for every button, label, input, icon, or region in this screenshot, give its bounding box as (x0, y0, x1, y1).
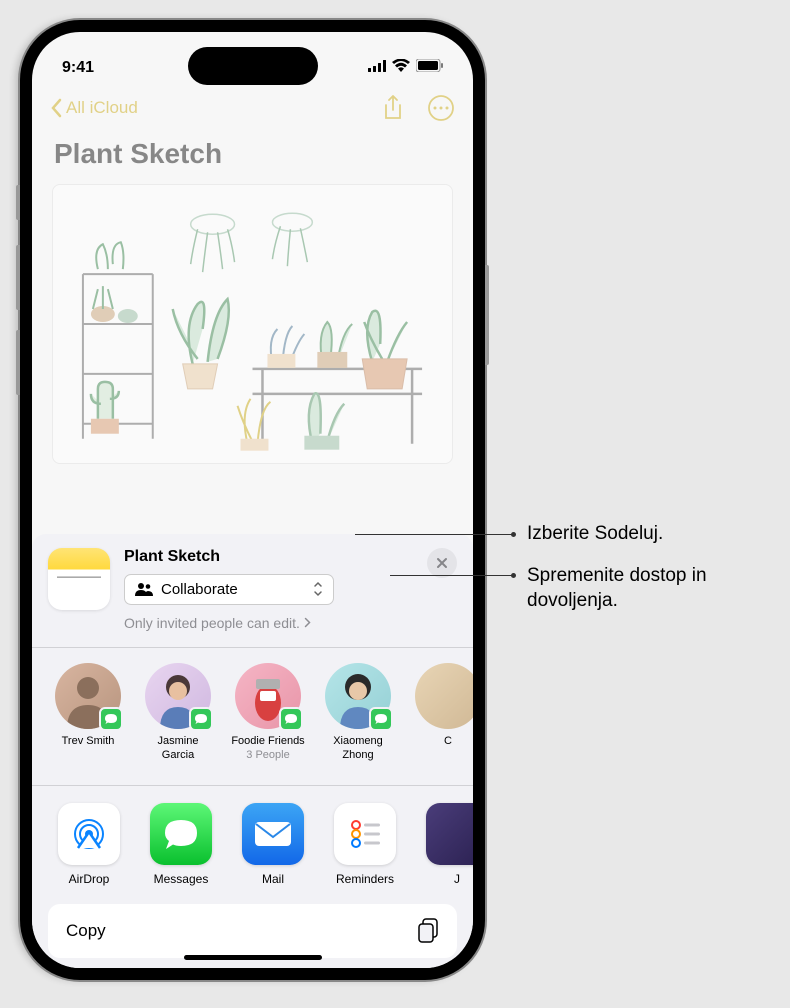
contact-name: C (444, 735, 452, 749)
contact-item[interactable]: Foodie Friends 3 People (230, 663, 306, 763)
people-icon (135, 582, 153, 596)
contact-item[interactable]: Xiaomeng Zhong (320, 663, 396, 763)
chevron-right-icon (304, 617, 311, 628)
contact-item[interactable]: Jasmine Garcia (140, 663, 216, 763)
messages-badge-icon (189, 707, 213, 731)
close-button[interactable] (427, 548, 457, 578)
app-item[interactable]: J (422, 803, 473, 886)
volume-down (16, 330, 20, 395)
app-reminders[interactable]: Reminders (330, 803, 400, 886)
app-mail[interactable]: Mail (238, 803, 308, 886)
app-icon (426, 803, 473, 865)
app-airdrop[interactable]: AirDrop (54, 803, 124, 886)
x-icon (436, 557, 448, 569)
notes-app-icon (48, 548, 110, 610)
share-title: Plant Sketch (124, 548, 413, 566)
collaborate-selector[interactable]: Collaborate (124, 574, 334, 605)
annotation-1: Izberite Sodeluj. (527, 522, 663, 547)
app-label: Reminders (336, 872, 394, 886)
contact-name: Xiaomeng Zhong (320, 735, 396, 763)
back-label: All iCloud (66, 98, 138, 118)
actions-list: Copy (48, 904, 457, 958)
collaborate-label: Collaborate (161, 581, 238, 598)
messages-badge-icon (279, 707, 303, 731)
share-button[interactable] (379, 94, 407, 122)
battery-icon (416, 59, 443, 77)
app-label: J (454, 872, 460, 886)
messages-badge-icon (99, 707, 123, 731)
more-button[interactable] (427, 94, 455, 122)
contact-name: Foodie Friends (231, 735, 304, 749)
copy-icon (417, 918, 439, 944)
note-sketch (52, 184, 453, 464)
status-time: 9:41 (62, 59, 94, 77)
app-label: AirDrop (69, 872, 110, 886)
copy-label: Copy (66, 921, 106, 941)
reminders-icon (334, 803, 396, 865)
app-messages[interactable]: Messages (146, 803, 216, 886)
messages-badge-icon (369, 707, 393, 731)
cellular-icon (368, 59, 386, 77)
power-button (485, 265, 489, 365)
dynamic-island (188, 47, 318, 85)
contact-name: Trev Smith (62, 735, 115, 749)
apps-row[interactable]: AirDrop Messages Mail (32, 785, 473, 904)
contacts-row[interactable]: Trev Smith Jasmine Garcia (32, 647, 473, 779)
note-title: Plant Sketch (32, 130, 473, 184)
phone-frame: 9:41 All iCloud (20, 20, 485, 980)
mail-icon (242, 803, 304, 865)
contact-item[interactable]: Trev Smith (50, 663, 126, 763)
contact-item[interactable]: C (410, 663, 473, 763)
avatar (415, 663, 473, 729)
app-label: Mail (262, 872, 284, 886)
contact-name: Jasmine Garcia (140, 735, 216, 763)
ellipsis-icon (428, 95, 454, 121)
chevron-left-icon (50, 98, 62, 118)
volume-up (16, 245, 20, 310)
copy-action[interactable]: Copy (48, 904, 457, 958)
back-button[interactable]: All iCloud (50, 98, 138, 118)
silent-switch (16, 185, 20, 220)
contact-sub: 3 People (246, 749, 289, 761)
permission-text: Only invited people can edit. (124, 615, 300, 631)
share-sheet: Plant Sketch Collaborate Only invited pe… (32, 534, 473, 969)
nav-bar: All iCloud (32, 86, 473, 130)
app-label: Messages (154, 872, 209, 886)
share-icon (383, 95, 403, 121)
wifi-icon (392, 59, 410, 77)
home-indicator[interactable] (184, 955, 322, 960)
permission-settings[interactable]: Only invited people can edit. (124, 615, 413, 631)
updown-icon (313, 581, 323, 597)
messages-icon (150, 803, 212, 865)
airdrop-icon (58, 803, 120, 865)
annotation-2: Spremenite dostop in dovoljenja. (527, 564, 770, 613)
